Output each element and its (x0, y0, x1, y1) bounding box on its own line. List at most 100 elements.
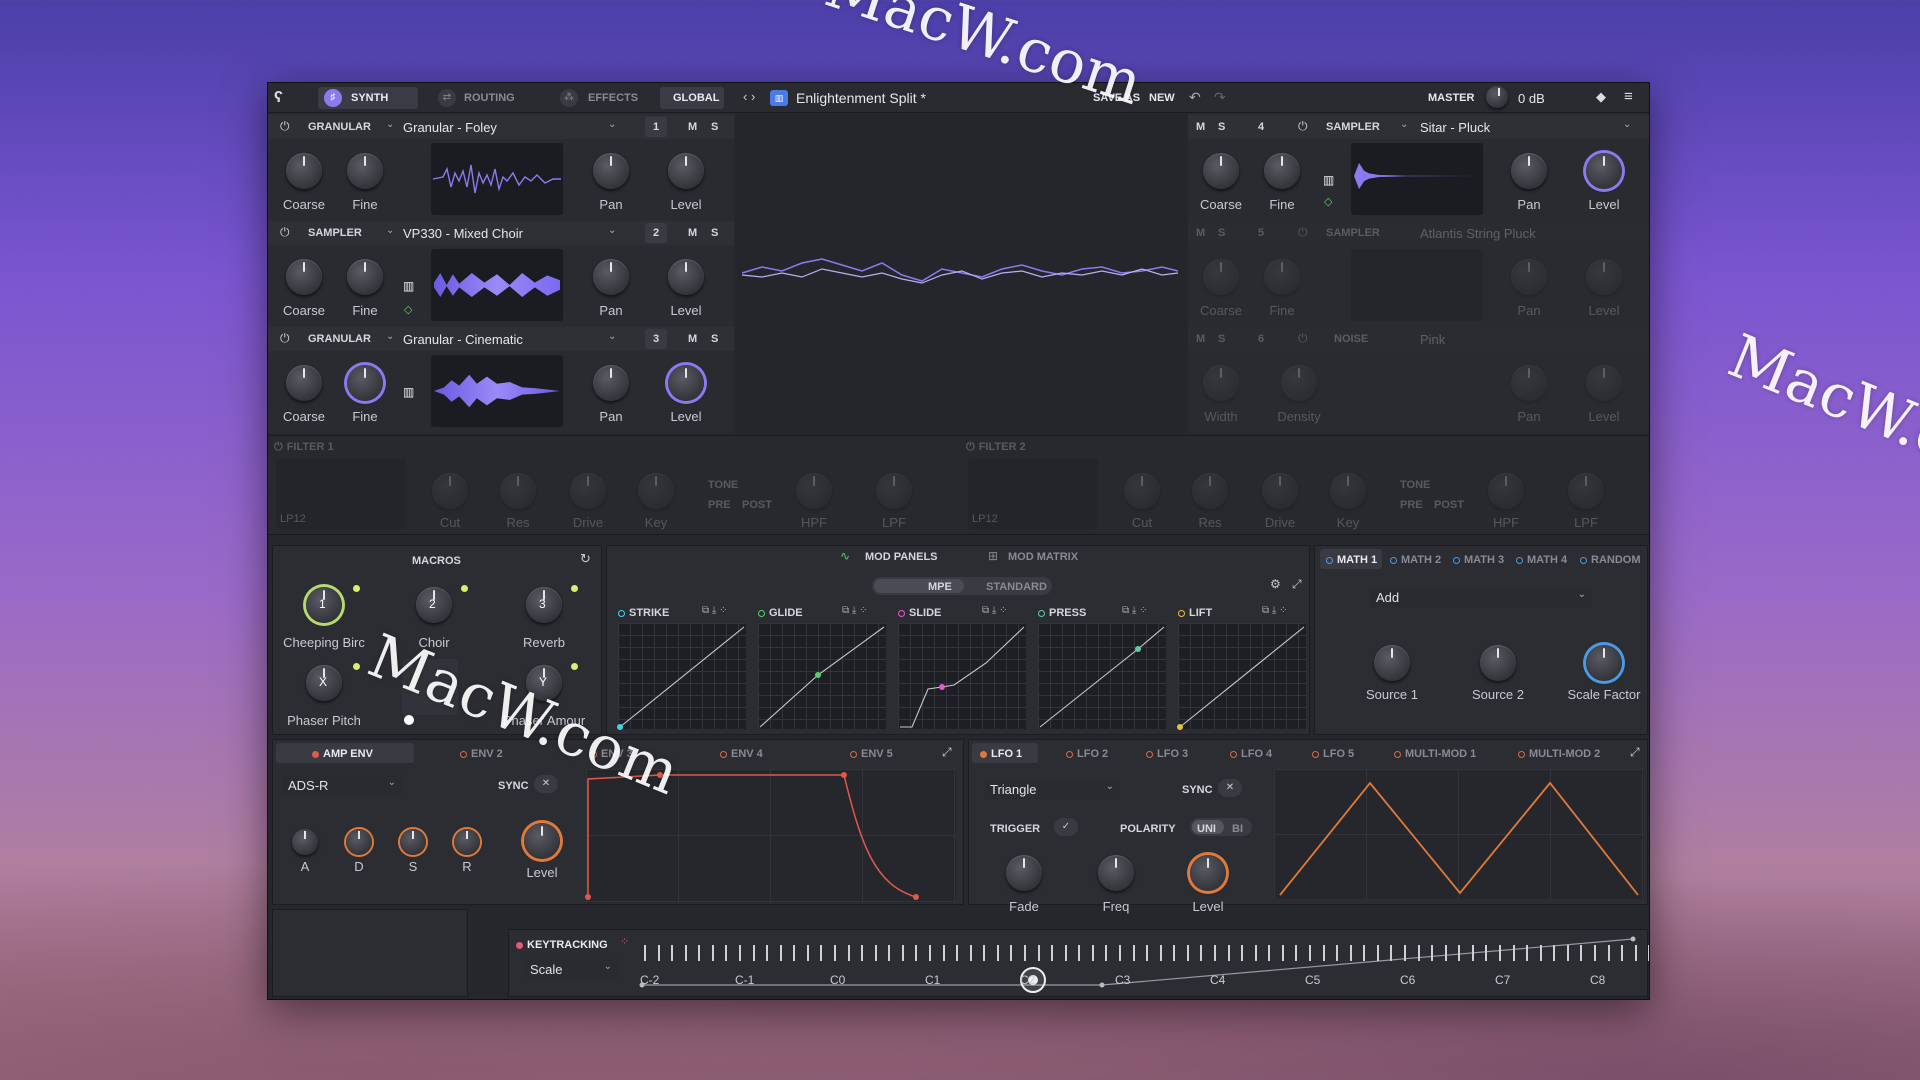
source-5-pan-knob[interactable] (1511, 259, 1547, 295)
tab-math-4[interactable]: MATH 4 (1527, 554, 1567, 566)
filter-2-hpf-knob[interactable] (1488, 473, 1524, 509)
source-1-number[interactable]: 1 (645, 117, 667, 137)
source-4-coarse-knob[interactable] (1203, 153, 1239, 189)
filter-2-title[interactable]: ⏻ FILTER 2 (966, 441, 1026, 454)
source-5-coarse-knob[interactable] (1203, 259, 1239, 295)
mpe-curve-2-title[interactable]: SLIDE (898, 607, 941, 619)
lfo-fade-knob[interactable] (1006, 855, 1042, 891)
source-4-preset[interactable]: Sitar - Pluck (1420, 120, 1490, 135)
tab-effects[interactable]: EFFECTS (588, 92, 638, 104)
env-level-knob[interactable] (524, 823, 560, 859)
preset-name[interactable]: Enlightenment Split * (796, 90, 926, 106)
tab-lfo-4[interactable]: LFO 4 (1241, 748, 1272, 760)
source-2-level-knob[interactable] (668, 259, 704, 295)
scale-factor-knob[interactable] (1586, 645, 1622, 681)
lfo-sync-toggle[interactable]: ✕ (1218, 779, 1242, 797)
decay-knob[interactable] (346, 829, 372, 855)
tab-math-3[interactable]: MATH 3 (1464, 554, 1504, 566)
filter-1-cut-knob[interactable] (432, 473, 468, 509)
source-3-coarse-knob[interactable] (286, 365, 322, 401)
loop-icon[interactable]: ◇ (404, 303, 412, 316)
env-point[interactable] (913, 894, 919, 900)
power-icon[interactable]: ⏻ (280, 331, 290, 346)
gear-icon[interactable]: ⚙ (1270, 577, 1281, 591)
source-6-mute[interactable]: M (1196, 333, 1205, 345)
chevron-down-icon[interactable]: ⌄ (608, 225, 616, 236)
tab-mod-matrix[interactable]: MOD MATRIX (1008, 551, 1078, 563)
mpe-curve-tools-icon[interactable]: ⧉ ⤓ ⁘ (982, 605, 1008, 616)
source-4-mute[interactable]: M (1196, 121, 1205, 133)
keytrack-point[interactable] (1630, 936, 1636, 942)
source-3-solo[interactable]: S (711, 333, 718, 345)
tab-lfo-2[interactable]: LFO 2 (1077, 748, 1108, 760)
power-icon[interactable]: ⏻ (280, 119, 290, 134)
filter-2-tone[interactable]: TONE (1400, 479, 1430, 491)
tab-env-2[interactable]: ENV 2 (471, 748, 503, 760)
lfo-level-knob[interactable] (1190, 855, 1226, 891)
mpe-curve-point[interactable] (939, 684, 945, 690)
filter-2-post[interactable]: POST (1434, 499, 1464, 511)
new-button[interactable]: NEW (1149, 92, 1175, 104)
tab-multi-mod-2[interactable]: MULTI-MOD 2 (1529, 748, 1600, 760)
undo-icon[interactable]: ↶ (1189, 89, 1201, 106)
env-point[interactable] (585, 894, 591, 900)
filter-1-post[interactable]: POST (742, 499, 772, 511)
mpe-curve-0-title[interactable]: STRIKE (618, 607, 669, 619)
env-point[interactable] (841, 772, 847, 778)
power-icon[interactable]: ⏻ (1298, 225, 1308, 240)
filter-1-pre[interactable]: PRE (708, 499, 731, 511)
filter-1-title[interactable]: ⏻ FILTER 1 (274, 441, 334, 454)
keytracking-mode-select[interactable]: Scale ⌄ (524, 959, 618, 979)
power-icon[interactable]: ⏻ (280, 225, 290, 240)
keytrack-point[interactable] (1099, 982, 1105, 988)
source-1-fine-knob[interactable] (347, 153, 383, 189)
attack-knob[interactable] (292, 829, 318, 855)
tab-env-5[interactable]: ENV 5 (861, 748, 893, 760)
source-2-fine-knob[interactable] (347, 259, 383, 295)
lfo-freq-knob[interactable] (1098, 855, 1134, 891)
source-3-mute[interactable]: M (688, 333, 697, 345)
mpe-curve-point[interactable] (1177, 724, 1183, 730)
mpe-curve-tools-icon[interactable]: ⧉ ⤓ ⁘ (1122, 605, 1148, 616)
source-3-number[interactable]: 3 (645, 329, 667, 349)
filter-1-type[interactable]: LP12 (280, 513, 306, 525)
source-1-pan-knob[interactable] (593, 153, 629, 189)
env-mode-select[interactable]: ADS-R ⌄ (282, 775, 402, 795)
mpe-curve-point[interactable] (1135, 646, 1141, 652)
source-2-type[interactable]: SAMPLER (308, 227, 362, 239)
source-3-preset[interactable]: Granular - Cinematic (403, 332, 523, 347)
source-6-level-knob[interactable] (1586, 365, 1622, 401)
macro-x-label[interactable]: Phaser Pitch (276, 713, 372, 728)
tab-amp-env[interactable]: AMP ENV (323, 748, 373, 760)
keyboard-icon[interactable]: ▥ (403, 279, 414, 293)
reset-icon[interactable]: ↻ (580, 551, 591, 567)
source-4-pan-knob[interactable] (1511, 153, 1547, 189)
filter-1-drive-knob[interactable] (570, 473, 606, 509)
master-knob[interactable] (1486, 86, 1508, 108)
lfo-shape-select[interactable]: Triangle ⌄ (984, 779, 1120, 799)
source-6-type[interactable]: NOISE (1334, 333, 1368, 345)
sustain-knob[interactable] (400, 829, 426, 855)
mpe-curve-tools-icon[interactable]: ⧉ ⤓ ⁘ (1262, 605, 1288, 616)
chevron-down-icon[interactable]: ⌄ (386, 225, 394, 236)
filter-2-pre[interactable]: PRE (1400, 499, 1423, 511)
source-3-pan-knob[interactable] (593, 365, 629, 401)
keyboard-icon[interactable]: ▥ (403, 385, 414, 399)
filter-2-res-knob[interactable] (1192, 473, 1228, 509)
math-mode-select[interactable]: Add ⌄ (1370, 587, 1592, 607)
source-4-solo[interactable]: S (1218, 121, 1225, 133)
source-6-solo[interactable]: S (1218, 333, 1225, 345)
filter-1-key-knob[interactable] (638, 473, 674, 509)
source-5-type[interactable]: SAMPLER (1326, 227, 1380, 239)
source-2-number[interactable]: 2 (645, 223, 667, 243)
tab-mod-panels[interactable]: MOD PANELS (865, 551, 938, 563)
filter-2-drive-knob[interactable] (1262, 473, 1298, 509)
xy-pad-handle[interactable] (404, 715, 414, 725)
source-5-solo[interactable]: S (1218, 227, 1225, 239)
source-3-type[interactable]: GRANULAR (308, 333, 371, 345)
expand-icon[interactable]: ⤢ (1292, 577, 1302, 592)
source-5-preset[interactable]: Atlantis String Pluck (1420, 226, 1536, 241)
filter-2-key-knob[interactable] (1330, 473, 1366, 509)
source-5-fine-knob[interactable] (1264, 259, 1300, 295)
filter-1-lpf-knob[interactable] (876, 473, 912, 509)
